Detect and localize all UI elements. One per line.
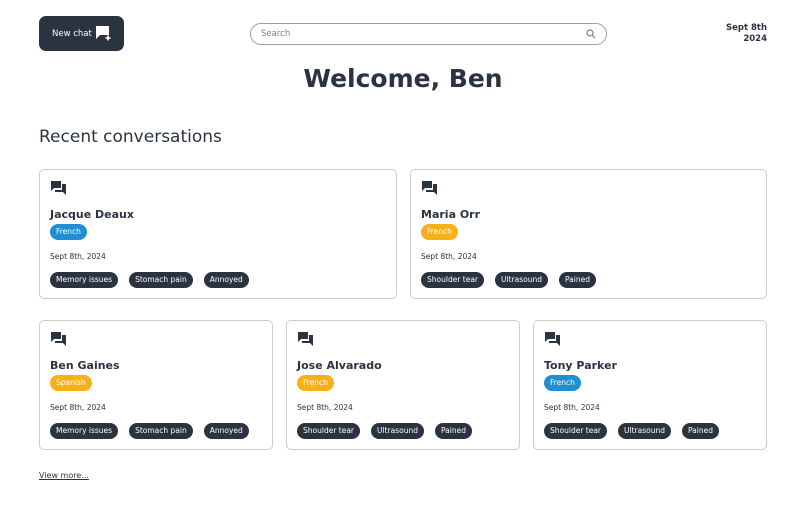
search-icon[interactable] — [586, 29, 596, 39]
tag: Ultrasound — [495, 272, 548, 288]
tag: Ultrasound — [371, 423, 424, 439]
tag: Pained — [559, 272, 596, 288]
conversation-card[interactable]: Maria Orr French Sept 8th, 2024 Shoulder… — [410, 169, 767, 299]
tag-list: Shoulder tear Ultrasound Pained — [421, 272, 596, 288]
new-chat-button[interactable]: New chat — [39, 16, 124, 51]
conversation-name: Jacque Deaux — [50, 208, 134, 221]
chat-icon — [51, 332, 66, 346]
tag-list: Shoulder tear Ultrasound Pained — [297, 423, 472, 439]
tag: Shoulder tear — [297, 423, 361, 439]
conversation-name: Jose Alvarado — [297, 359, 382, 372]
date-line-2: 2024 — [743, 34, 767, 44]
language-badge: French — [50, 224, 87, 240]
recent-conversations-title: Recent conversations — [39, 127, 222, 147]
language-badge: French — [544, 375, 581, 391]
conversation-card[interactable]: Jacque Deaux French Sept 8th, 2024 Memor… — [39, 169, 397, 299]
conversation-name: Ben Gaines — [50, 359, 120, 372]
tag: Shoulder tear — [544, 423, 608, 439]
conversation-date: Sept 8th, 2024 — [421, 252, 477, 261]
view-more-link[interactable]: View more... — [39, 471, 89, 480]
conversation-name: Maria Orr — [421, 208, 481, 221]
conversation-card[interactable]: Jose Alvarado French Sept 8th, 2024 Shou… — [286, 320, 520, 450]
date-line-1: Sept 8th — [725, 23, 767, 33]
tag-list: Shoulder tear Ultrasound Pained — [544, 423, 719, 439]
search-input[interactable] — [261, 29, 586, 39]
chat-icon — [51, 181, 66, 195]
tag: Memory issues — [50, 423, 119, 439]
conversation-date: Sept 8th, 2024 — [50, 252, 106, 261]
chat-icon — [298, 332, 313, 346]
tag: Pained — [435, 423, 472, 439]
conversation-date: Sept 8th, 2024 — [544, 403, 600, 412]
tag: Stomach pain — [129, 272, 193, 288]
tag-list: Memory issues Stomach pain Annoyed — [50, 423, 249, 439]
new-chat-label: New chat — [52, 28, 92, 39]
conversation-card[interactable]: Ben Gaines Spanish Sept 8th, 2024 Memory… — [39, 320, 273, 450]
search-bar[interactable] — [250, 23, 607, 45]
language-badge: Spanish — [50, 375, 92, 391]
conversation-card[interactable]: Tony Parker French Sept 8th, 2024 Should… — [533, 320, 767, 450]
language-badge: French — [421, 224, 458, 240]
tag: Ultrasound — [618, 423, 671, 439]
tag: Pained — [682, 423, 719, 439]
tag: Stomach pain — [129, 423, 193, 439]
current-date: Sept 8th 2024 — [726, 23, 767, 45]
chat-icon — [422, 181, 437, 195]
tag: Shoulder tear — [421, 272, 485, 288]
tag: Memory issues — [50, 272, 119, 288]
conversation-name: Tony Parker — [544, 359, 617, 372]
tag: Annoyed — [203, 272, 249, 288]
language-badge: French — [297, 375, 334, 391]
chat-icon — [545, 332, 560, 346]
tag-list: Memory issues Stomach pain Annoyed — [50, 272, 249, 288]
conversation-date: Sept 8th, 2024 — [297, 403, 353, 412]
tag: Annoyed — [203, 423, 249, 439]
new-chat-icon — [96, 26, 111, 41]
conversation-date: Sept 8th, 2024 — [50, 403, 106, 412]
welcome-heading: Welcome, Ben — [303, 64, 503, 93]
